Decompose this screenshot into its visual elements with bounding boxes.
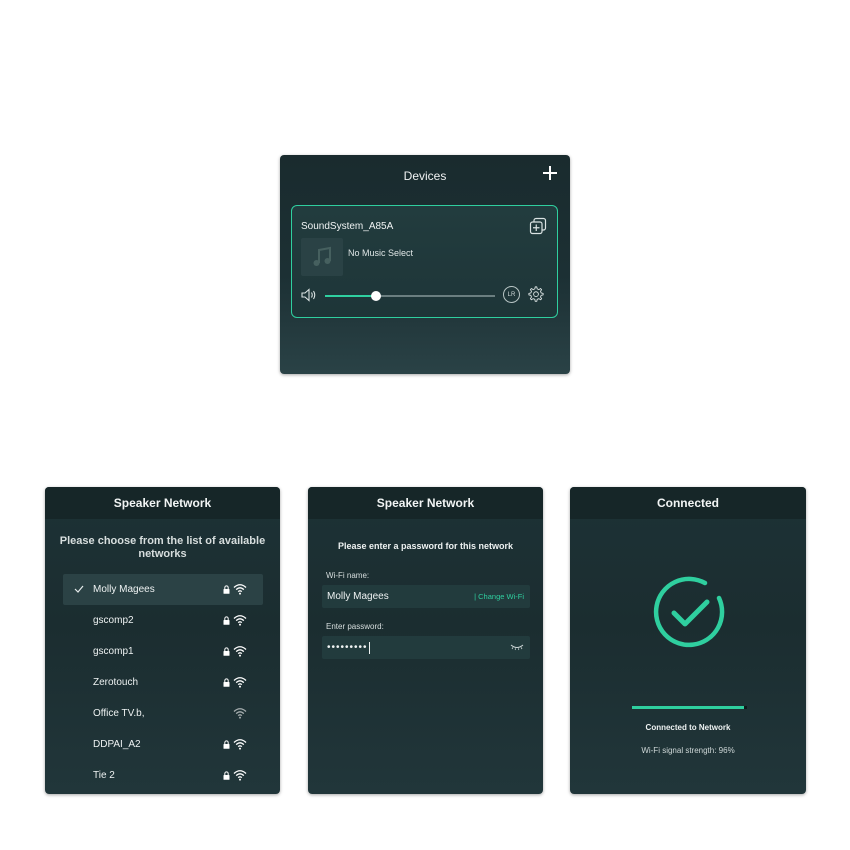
lock-icon xyxy=(223,771,230,780)
connected-title: Connected xyxy=(570,487,806,519)
connection-progress xyxy=(632,706,747,709)
wifi-icon xyxy=(233,770,247,781)
lock-icon xyxy=(223,740,230,749)
network-name: gscomp2 xyxy=(93,615,134,626)
lock-icon xyxy=(223,678,230,687)
track-title: No Music Select xyxy=(348,248,414,258)
network-list-title: Speaker Network xyxy=(45,487,280,519)
devices-title: Devices xyxy=(403,169,447,183)
wifi-icon xyxy=(233,615,247,626)
network-item[interactable]: Tie 2 xyxy=(63,760,263,791)
network-name: DDPAI_A2 xyxy=(93,739,141,750)
lock-icon xyxy=(223,616,230,625)
device-name: SoundSystem_A85A xyxy=(301,221,394,232)
network-list: Molly Magees gscomp2 gscomp1 Zerotouch Offic… xyxy=(63,574,263,791)
password-panel: Speaker Network Please enter a password … xyxy=(308,487,543,794)
password-label: Enter password: xyxy=(326,622,384,631)
wifi-icon xyxy=(233,739,247,750)
network-item[interactable]: Office TV.b, xyxy=(63,698,263,729)
network-item[interactable]: DDPAI_A2 xyxy=(63,729,263,760)
wifi-icon xyxy=(233,646,247,657)
password-panel-title: Speaker Network xyxy=(308,487,543,519)
success-check-icon xyxy=(653,576,725,648)
album-art xyxy=(301,238,343,276)
lock-icon xyxy=(223,585,230,594)
lock-icon xyxy=(223,647,230,656)
devices-panel: Devices SoundSystem_A85A No Music Select xyxy=(280,155,570,374)
group-icon[interactable] xyxy=(529,217,547,235)
wifi-icon xyxy=(233,584,247,595)
wifi-name-value: Molly Magees xyxy=(327,591,389,602)
volume-slider-thumb[interactable] xyxy=(371,291,381,301)
connection-progress-fill xyxy=(632,706,744,709)
music-note-icon xyxy=(313,246,331,266)
volume-icon[interactable] xyxy=(301,288,317,302)
password-prompt: Please enter a password for this network xyxy=(337,541,514,551)
network-item[interactable]: gscomp2 xyxy=(63,605,263,636)
network-list-panel: Speaker Network Please choose from the l… xyxy=(45,487,280,794)
network-name: gscomp1 xyxy=(93,646,134,657)
network-name: Tie 2 xyxy=(93,770,115,781)
channel-button[interactable]: LR xyxy=(503,286,520,303)
signal-strength: Wi-Fi signal strength: 96% xyxy=(641,746,735,755)
connected-panel: Connected Connected to Network Wi-Fi sig… xyxy=(570,487,806,794)
plus-icon[interactable] xyxy=(542,165,558,181)
network-item[interactable]: Zerotouch xyxy=(63,667,263,698)
password-input[interactable]: ••••••••• xyxy=(322,636,530,659)
device-card[interactable]: SoundSystem_A85A No Music Select LR xyxy=(291,205,558,318)
connection-status: Connected to Network xyxy=(645,723,731,732)
eye-closed-icon[interactable] xyxy=(510,643,524,651)
text-caret xyxy=(368,641,370,654)
password-value: ••••••••• xyxy=(327,642,368,653)
wifi-icon xyxy=(233,708,247,719)
network-item[interactable]: gscomp1 xyxy=(63,636,263,667)
gear-icon[interactable] xyxy=(527,285,545,303)
change-wifi-link[interactable]: | Change Wi-Fi xyxy=(474,592,524,601)
network-name: Office TV.b, xyxy=(93,708,145,719)
network-instructions: Please choose from the list of available… xyxy=(59,535,266,560)
wifi-icon xyxy=(233,677,247,688)
volume-slider-fill xyxy=(325,295,376,297)
network-item[interactable]: Molly Magees xyxy=(63,574,263,605)
wifi-name-field: Molly Magees | Change Wi-Fi xyxy=(322,585,530,608)
wifi-name-label: Wi-Fi name: xyxy=(326,571,370,580)
volume-slider[interactable] xyxy=(325,291,495,301)
network-name: Zerotouch xyxy=(93,677,139,688)
check-icon xyxy=(74,585,84,593)
network-name: Molly Magees xyxy=(93,584,155,595)
